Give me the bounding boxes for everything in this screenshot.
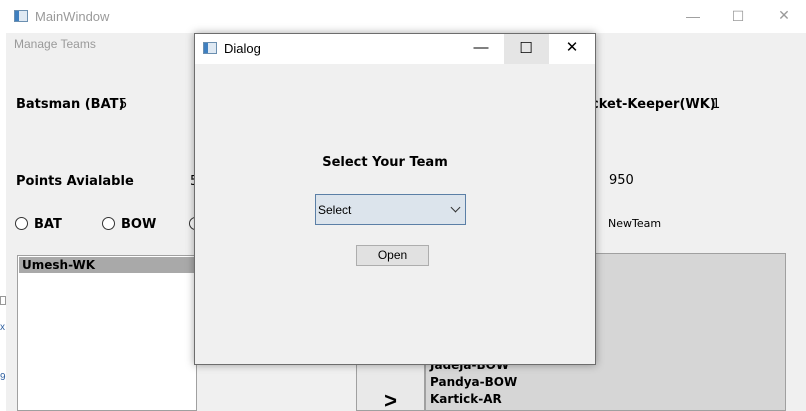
move-right-label: > — [384, 388, 397, 411]
batsman-count: 5 — [119, 97, 128, 112]
radio-bow-label: BOW — [121, 217, 157, 232]
wicketkeeper-count: 1 — [712, 97, 721, 112]
batsman-label: Batsman (BAT) — [16, 97, 125, 112]
screen: MainWindow — ☐ ✕ Manage Teams Batsman (B… — [0, 0, 806, 411]
team-name-value: NewTeam — [608, 217, 662, 230]
maximize-icon[interactable]: ☐ — [726, 8, 750, 25]
dialog-title: Dialog — [224, 41, 261, 56]
close-icon[interactable]: ✕ — [772, 7, 796, 24]
window-left-edge — [0, 33, 6, 411]
menu-manage-teams[interactable]: Manage Teams — [14, 37, 96, 51]
list-item-selected[interactable]: Umesh-WK — [19, 257, 196, 273]
dialog-app-icon — [203, 42, 217, 54]
app-icon — [14, 10, 28, 22]
dialog-maximize-icon[interactable]: ☐ — [514, 39, 538, 57]
points-available-label: Points Avialable — [16, 174, 134, 189]
list-item[interactable]: Kartick-AR — [430, 392, 502, 406]
dialog-close-icon[interactable]: ✕ — [560, 38, 584, 56]
side-marker-glyph-2: 9 — [0, 372, 6, 383]
list-item[interactable]: Pandya-BOW — [430, 375, 517, 389]
dialog-minimize-icon[interactable]: — — [469, 39, 493, 56]
dialog-heading: Select Your Team — [322, 155, 448, 170]
radio-bat-label: BAT — [34, 217, 62, 232]
move-right-button[interactable]: > — [356, 362, 425, 411]
radio-bow[interactable] — [102, 217, 115, 230]
team-select-value: Select — [318, 203, 352, 217]
radio-bat[interactable] — [15, 217, 28, 230]
available-players-list[interactable]: Umesh-WK — [17, 255, 197, 411]
side-marker-box — [0, 296, 6, 305]
points-used-value: 950 — [609, 173, 634, 188]
open-button[interactable]: Open — [356, 245, 429, 266]
minimize-icon[interactable]: — — [681, 8, 705, 24]
main-window-title: MainWindow — [35, 9, 110, 24]
side-marker-glyph: x — [0, 322, 5, 333]
wicketkeeper-label: cket-Keeper(WK) — [591, 97, 716, 112]
